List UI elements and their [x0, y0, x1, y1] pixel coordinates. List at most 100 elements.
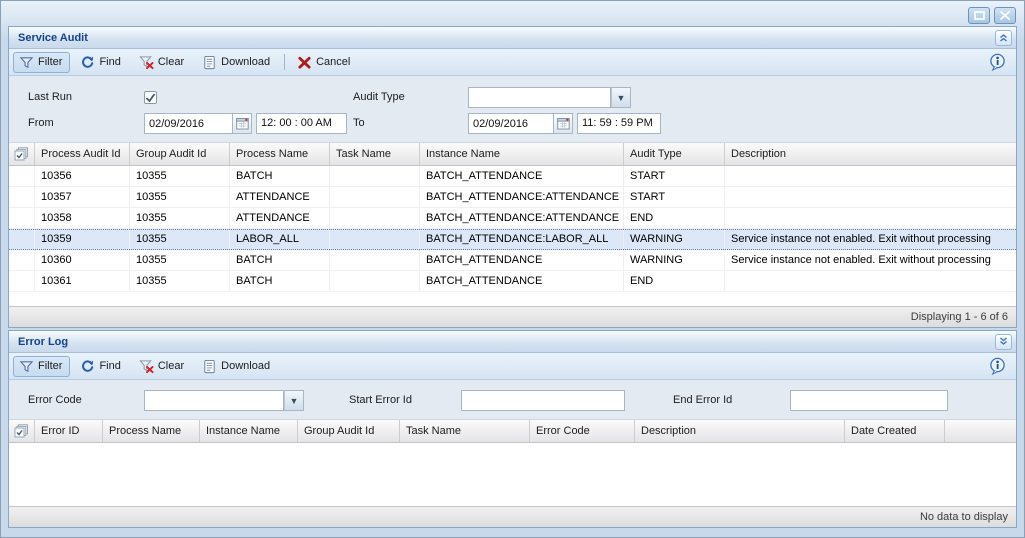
collapse-down-button[interactable]: [995, 334, 1012, 350]
to-time-field[interactable]: 11: 59 : 59 PM: [577, 113, 661, 134]
cell-process-audit-id: 10357: [35, 187, 130, 207]
column-header-error-id[interactable]: Error ID: [35, 420, 103, 442]
error-code-label: Error Code: [28, 390, 82, 411]
cancel-button-label: Cancel: [316, 56, 350, 68]
filter-button[interactable]: Filter: [13, 52, 70, 73]
error-code-combo[interactable]: [144, 390, 284, 411]
info-button[interactable]: [985, 52, 1010, 73]
error-log-statusbar: No data to display: [9, 506, 1016, 527]
cell-task-name: [330, 208, 420, 228]
audit-type-combo[interactable]: [468, 87, 611, 108]
from-date-input[interactable]: [144, 113, 233, 134]
info-button[interactable]: [985, 356, 1010, 377]
column-header-instance-name[interactable]: Instance Name: [200, 420, 298, 442]
start-error-id-label: Start Error Id: [349, 390, 412, 411]
filter-button-label: Filter: [38, 56, 62, 68]
from-date-calendar-icon[interactable]: [233, 113, 252, 134]
column-header-audit-type[interactable]: Audit Type: [624, 143, 725, 165]
cell-instance-name: BATCH_ATTENDANCE:LABOR_ALL: [420, 230, 624, 249]
service-audit-filter-form: Last Run Audit Type ▼ From 12: 00 : 00 A…: [9, 76, 1016, 143]
find-button[interactable]: Find: [74, 52, 128, 73]
to-date-calendar-icon[interactable]: [554, 113, 573, 134]
last-run-checkbox[interactable]: [144, 91, 157, 104]
cell-group-audit-id: 10355: [130, 250, 230, 270]
column-header-group-audit-id[interactable]: Group Audit Id: [298, 420, 400, 442]
clear-button-label: Clear: [158, 360, 184, 372]
to-date-input[interactable]: [468, 113, 554, 134]
chevron-down-icon: [998, 336, 1009, 347]
column-header-error-code[interactable]: Error Code: [530, 420, 635, 442]
chevron-up-icon: [998, 32, 1009, 43]
find-refresh-icon: [80, 359, 95, 374]
cell-instance-name: BATCH_ATTENDANCE: [420, 271, 624, 291]
cell-process-audit-id: 10358: [35, 208, 130, 228]
error-log-toolbar: Filter Find Clear Download: [9, 353, 1016, 380]
error-code-dropdown-arrow-icon[interactable]: ▼: [284, 390, 304, 411]
cell-group-audit-id: 10355: [130, 230, 230, 249]
column-header-description[interactable]: Description: [635, 420, 845, 442]
cell-description: [725, 271, 1016, 291]
table-row[interactable]: 10360 10355 BATCH BATCH_ATTENDANCE WARNI…: [9, 250, 1016, 271]
error-grid-empty-body: [9, 443, 1016, 505]
cell-audit-type: WARNING: [624, 250, 725, 270]
download-button-label: Download: [221, 360, 270, 372]
maximize-button[interactable]: [968, 7, 990, 24]
cell-audit-type: END: [624, 208, 725, 228]
cell-group-audit-id: 10355: [130, 271, 230, 291]
table-row[interactable]: 10357 10355 ATTENDANCE BATCH_ATTENDANCE:…: [9, 187, 1016, 208]
column-header-description[interactable]: Description: [725, 143, 1016, 165]
error-log-panel: Error Log Filter Find: [8, 330, 1017, 528]
download-button[interactable]: Download: [196, 52, 278, 73]
cell-description: Service instance not enabled. Exit witho…: [725, 230, 1016, 249]
column-header-process-audit-id[interactable]: Process Audit Id: [35, 143, 130, 165]
collapse-up-button[interactable]: [995, 30, 1012, 46]
end-error-id-input[interactable]: [790, 390, 948, 411]
filter-button[interactable]: Filter: [13, 356, 70, 377]
close-button[interactable]: [994, 7, 1016, 24]
column-header-task-name[interactable]: Task Name: [330, 143, 420, 165]
column-header-group-audit-id[interactable]: Group Audit Id: [130, 143, 230, 165]
cell-process-audit-id: 10356: [35, 166, 130, 186]
column-header-instance-name[interactable]: Instance Name: [420, 143, 624, 165]
table-row[interactable]: 10358 10355 ATTENDANCE BATCH_ATTENDANCE:…: [9, 208, 1016, 229]
row-selector-cell: [9, 187, 35, 207]
row-selector-cell: [9, 166, 35, 186]
panel-title: Service Audit: [18, 32, 88, 44]
table-row[interactable]: 10361 10355 BATCH BATCH_ATTENDANCE END: [9, 271, 1016, 292]
cell-audit-type: START: [624, 187, 725, 207]
column-header-process-name[interactable]: Process Name: [103, 420, 200, 442]
cell-description: [725, 166, 1016, 186]
from-time-field[interactable]: 12: 00 : 00 AM: [256, 113, 347, 134]
cell-process-name: BATCH: [230, 166, 330, 186]
find-button[interactable]: Find: [74, 356, 128, 377]
cell-instance-name: BATCH_ATTENDANCE: [420, 166, 624, 186]
cancel-x-icon: [297, 55, 312, 70]
column-header-process-name[interactable]: Process Name: [230, 143, 330, 165]
empty-status-text: No data to display: [920, 511, 1008, 523]
cell-description: [725, 187, 1016, 207]
column-header-task-name[interactable]: Task Name: [400, 420, 530, 442]
service-grid-body: 10356 10355 BATCH BATCH_ATTENDANCE START…: [9, 166, 1016, 292]
error-grid-header: Error ID Process Name Instance Name Grou…: [9, 420, 1016, 443]
cell-group-audit-id: 10355: [130, 187, 230, 207]
column-header-date-created[interactable]: Date Created: [845, 420, 945, 442]
table-row-selected[interactable]: 10359 10355 LABOR_ALL BATCH_ATTENDANCE:L…: [9, 229, 1016, 250]
download-button[interactable]: Download: [196, 356, 278, 377]
cell-audit-type: END: [624, 271, 725, 291]
cancel-button[interactable]: Cancel: [291, 52, 358, 73]
download-document-icon: [202, 55, 217, 70]
start-error-id-input[interactable]: [461, 390, 625, 411]
select-all-rows-icon[interactable]: [9, 143, 35, 165]
download-document-icon: [202, 359, 217, 374]
clear-button[interactable]: Clear: [133, 52, 192, 73]
find-refresh-icon: [80, 55, 95, 70]
cell-description: [725, 208, 1016, 228]
maximize-icon: [974, 11, 985, 20]
last-run-label: Last Run: [28, 87, 72, 108]
cell-task-name: [330, 230, 420, 249]
table-row[interactable]: 10356 10355 BATCH BATCH_ATTENDANCE START: [9, 166, 1016, 187]
error-log-filter-form: Error Code ▼ Start Error Id End Error Id: [9, 380, 1016, 420]
clear-button[interactable]: Clear: [133, 356, 192, 377]
select-all-rows-icon[interactable]: [9, 420, 35, 442]
audit-type-dropdown-arrow-icon[interactable]: ▼: [611, 87, 631, 108]
